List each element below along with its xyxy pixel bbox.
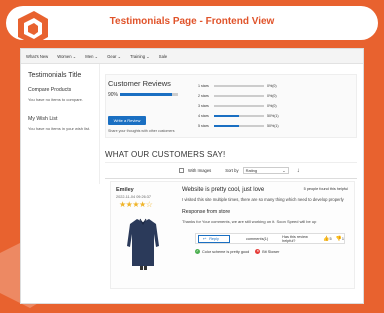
reviews-divider <box>105 178 357 179</box>
reply-button[interactable]: ↩ Reply <box>198 234 230 243</box>
thumbs-up-count: 5 <box>329 236 332 241</box>
store-response-text: Thanks for Your comments, we are still w… <box>182 219 317 224</box>
nav-item-men[interactable]: Men ⌄ <box>85 54 98 59</box>
main-navigation: What's New Women ⌄ Men ⌄ Gear ⌄ Training… <box>21 49 363 64</box>
overall-rating-percent: 90% <box>108 92 119 98</box>
section-title: WHAT OUR CUSTOMERS SAY! <box>105 150 226 159</box>
page-title: Testimonials Page - Frontend View <box>109 16 275 27</box>
rating-row-4-star[interactable]: 4 stars 50%(1) <box>198 113 279 119</box>
review-filters: With Images Sort by Rating ⌄ ↓ <box>179 167 300 174</box>
product-image[interactable] <box>123 216 163 270</box>
customer-reviews-summary: Customer Reviews 90% Write a Review Shar… <box>105 74 357 138</box>
sidebar: Testimonials Title Compare Products You … <box>28 72 100 145</box>
helpful-count: 5 people found this helpful <box>303 187 348 191</box>
sort-direction-icon[interactable]: ↓ <box>297 168 300 174</box>
review-body: I visited this site multiple times, ther… <box>182 197 344 202</box>
review-stars: ★★★★☆ <box>119 200 153 209</box>
comments-link[interactable]: comments(1) <box>246 237 268 241</box>
review-actions: ↩ Reply comments(1) Has this review help… <box>195 233 345 244</box>
with-images-label: With Images <box>188 168 212 173</box>
sidebar-title: Testimonials Title <box>28 72 82 79</box>
pros-cons: ✓ Color scheme is pretty good ✕ Bit Slow… <box>195 249 279 254</box>
reply-icon: ↩ <box>203 237 207 241</box>
sort-by-select[interactable]: Rating ⌄ <box>242 167 289 174</box>
nav-item-training[interactable]: Training ⌄ <box>130 54 150 59</box>
rating-row-1-star[interactable]: 1 stars 0%(0) <box>198 83 277 89</box>
rating-row-5-star[interactable]: 5 stars 50%(1) <box>198 123 279 129</box>
compare-products-heading: Compare Products <box>28 87 72 93</box>
nav-item-gear[interactable]: Gear ⌄ <box>107 54 121 59</box>
page-header: Testimonials Page - Frontend View <box>6 6 378 45</box>
pro-text: Color scheme is pretty good <box>202 249 250 254</box>
section-divider <box>105 162 357 163</box>
with-images-checkbox[interactable] <box>179 168 184 173</box>
overall-rating-bar <box>120 93 178 96</box>
write-review-button[interactable]: Write a Review <box>108 116 146 125</box>
main-content: Customer Reviews 90% Write a Review Shar… <box>105 74 357 289</box>
sidebar-divider <box>99 64 100 184</box>
brand-logo-icon <box>18 11 48 45</box>
cross-icon: ✕ <box>255 249 261 254</box>
thumbs-down-count: 1 <box>341 236 344 241</box>
compare-products-text: You have no items to compare. <box>28 97 83 102</box>
helpful-question: Has this review helpful? <box>282 234 308 243</box>
share-thoughts-text: Share your thoughts with other customers <box>108 129 175 133</box>
review-title: Website is pretty cool, just love <box>182 187 265 193</box>
sort-by-label: Sort by <box>225 168 239 173</box>
review-card: Emiley 2022-11-04 09:26:37 ★★★★☆ Website… <box>110 181 355 289</box>
store-response-heading: Response from store <box>182 209 231 215</box>
customer-reviews-title: Customer Reviews <box>108 79 171 88</box>
review-date: 2022-11-04 09:26:37 <box>116 195 151 199</box>
reviewer-name: Emiley <box>116 187 134 193</box>
nav-item-women[interactable]: Women ⌄ <box>57 54 76 59</box>
chevron-down-icon: ⌄ <box>282 168 286 173</box>
wishlist-heading: My Wish List <box>28 116 58 122</box>
nav-item-whats-new[interactable]: What's New <box>26 54 48 59</box>
rating-row-2-star[interactable]: 2 stars 0%(0) <box>198 93 277 99</box>
nav-item-sale[interactable]: Sale <box>159 54 167 59</box>
con-text: Bit Slower <box>262 249 280 254</box>
storefront-window: What's New Women ⌄ Men ⌄ Gear ⌄ Training… <box>20 48 364 304</box>
check-icon: ✓ <box>195 249 200 254</box>
wishlist-text: You have no items in your wish list. <box>28 126 91 131</box>
rating-row-3-star[interactable]: 3 stars 0%(0) <box>198 103 277 109</box>
